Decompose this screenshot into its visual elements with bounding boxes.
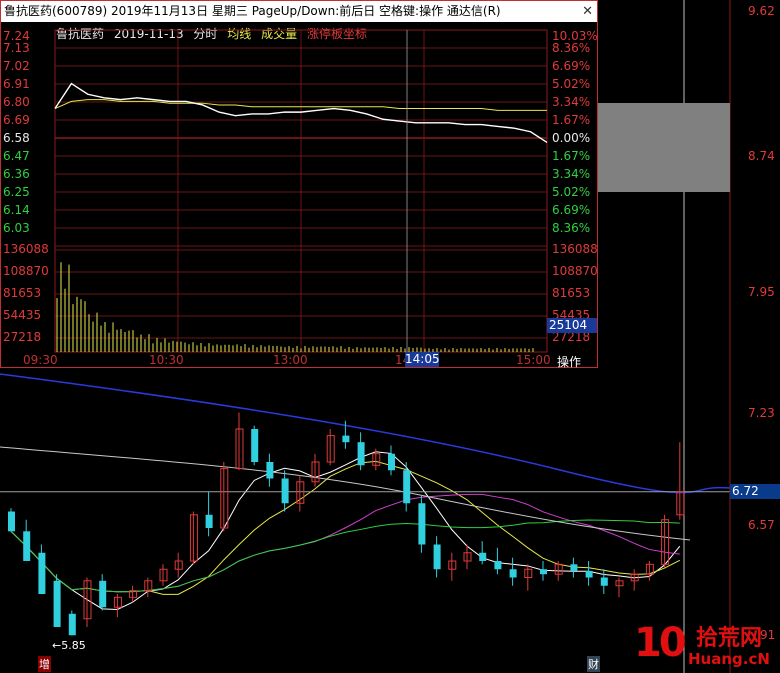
ma30-line (10, 519, 680, 593)
volume-axis-label: 108870 (552, 264, 598, 278)
low-price-label: ←5.85 (52, 639, 86, 652)
pct-axis-label: 5.02% (552, 77, 591, 91)
pct-axis-label: 6.69% (552, 59, 591, 73)
pct-axis-label: 8.36% (552, 221, 591, 235)
price-axis-label: 6.80 (3, 95, 30, 109)
candle-body-down (433, 544, 441, 570)
volume-axis-label: 27218 (3, 330, 42, 344)
candle-body-down (509, 569, 517, 578)
operate-button[interactable]: 操作 (557, 353, 581, 370)
candle-body-down (281, 478, 289, 504)
pct-axis-label: 0.00% (552, 131, 591, 145)
volume-axis-label: 81653 (3, 286, 42, 300)
candle-body-down (600, 577, 608, 586)
current-price-tag: 6.72 (730, 484, 780, 499)
intraday-popup-window[interactable]: 鲁抗医药(600789) 2019年11月13日 星期三 PageUp/Down… (0, 0, 598, 370)
kline-axis-label-1: 9.62 (748, 4, 775, 18)
intraday-chart[interactable] (1, 22, 597, 368)
close-icon[interactable]: ✕ (582, 1, 593, 22)
time-cursor-tag: 14:05 (405, 352, 440, 367)
candle-body-down (251, 429, 259, 462)
popup-title: 鲁抗医药(600789) 2019年11月13日 星期三 PageUp/Down… (4, 4, 501, 18)
kline-axis-label-3: 7.95 (748, 285, 775, 299)
candle-body-down (357, 442, 365, 466)
event-marker-zeng[interactable]: 增 (38, 656, 51, 672)
ma20-line (10, 493, 680, 593)
candle-body-down (479, 552, 487, 561)
candle-body-down (99, 580, 107, 608)
site-watermark: 10 拾荒网 Huang.cN (630, 618, 780, 673)
kline-axis-label-4: 7.23 (748, 406, 775, 420)
candle-body-down (53, 580, 61, 627)
candle-body-down (8, 511, 15, 532)
volume-axis-label: 136088 (552, 242, 598, 256)
pct-axis-label: 3.34% (552, 167, 591, 181)
price-axis-label: 6.47 (3, 149, 30, 163)
candle-body-down (342, 435, 350, 443)
candle-body-down (68, 613, 76, 636)
popup-title-bar[interactable]: 鲁抗医药(600789) 2019年11月13日 星期三 PageUp/Down… (1, 1, 597, 22)
watermark-site: Huang.cN (688, 650, 770, 668)
time-label-1500: 15:00 (516, 353, 551, 367)
candle-body-down (23, 531, 31, 561)
pct-axis-label: 6.69% (552, 203, 591, 217)
price-axis-label: 6.25 (3, 185, 30, 199)
ma-long-line (0, 373, 731, 494)
price-axis-label: 6.36 (3, 167, 30, 181)
pct-axis-label: 8.36% (552, 41, 591, 55)
time-label-1030: 10:30 (149, 353, 184, 367)
kline-axis-label-2: 8.74 (748, 149, 775, 163)
event-marker-cai[interactable]: 财 (587, 656, 600, 672)
pct-axis-label: 1.67% (552, 113, 591, 127)
price-axis-label: 6.91 (3, 77, 30, 91)
volume-axis-label: 81653 (552, 286, 591, 300)
candle-body-down (38, 552, 46, 594)
price-axis-label: 7.02 (3, 59, 30, 73)
volume-cursor-tag: 25104 (547, 318, 597, 333)
candle-body-down (585, 570, 593, 578)
price-axis-label: 6.14 (3, 203, 30, 217)
candle-body-down (570, 564, 578, 571)
ma-mid-line (0, 446, 691, 541)
candle-body-down (388, 453, 395, 471)
kline-axis-label-5: 6.57 (748, 518, 775, 532)
volume-axis-label: 108870 (3, 264, 49, 278)
time-label-1300: 13:00 (273, 353, 308, 367)
pct-axis-label: 3.34% (552, 95, 591, 109)
volume-axis-label: 54435 (3, 308, 42, 322)
price-axis-label: 7.13 (3, 41, 30, 55)
candle-body-down (266, 462, 274, 479)
candle-body-down (418, 503, 426, 545)
volume-axis-label: 136088 (3, 242, 49, 256)
price-axis-label: 6.69 (3, 113, 30, 127)
candle-body-down (403, 470, 411, 504)
price-axis-label: 6.58 (3, 131, 30, 145)
price-axis-label: 6.03 (3, 221, 30, 235)
candle-body-down (494, 561, 502, 570)
watermark-number: 10 (634, 620, 687, 666)
pct-axis-label: 1.67% (552, 149, 591, 163)
time-label-0930: 09:30 (23, 353, 58, 367)
pct-axis-label: 5.02% (552, 185, 591, 199)
candle-body-down (205, 514, 213, 528)
candle-body-down (540, 569, 547, 575)
watermark-chinese: 拾荒网 (696, 626, 763, 651)
gray-overlay-box (598, 103, 730, 192)
